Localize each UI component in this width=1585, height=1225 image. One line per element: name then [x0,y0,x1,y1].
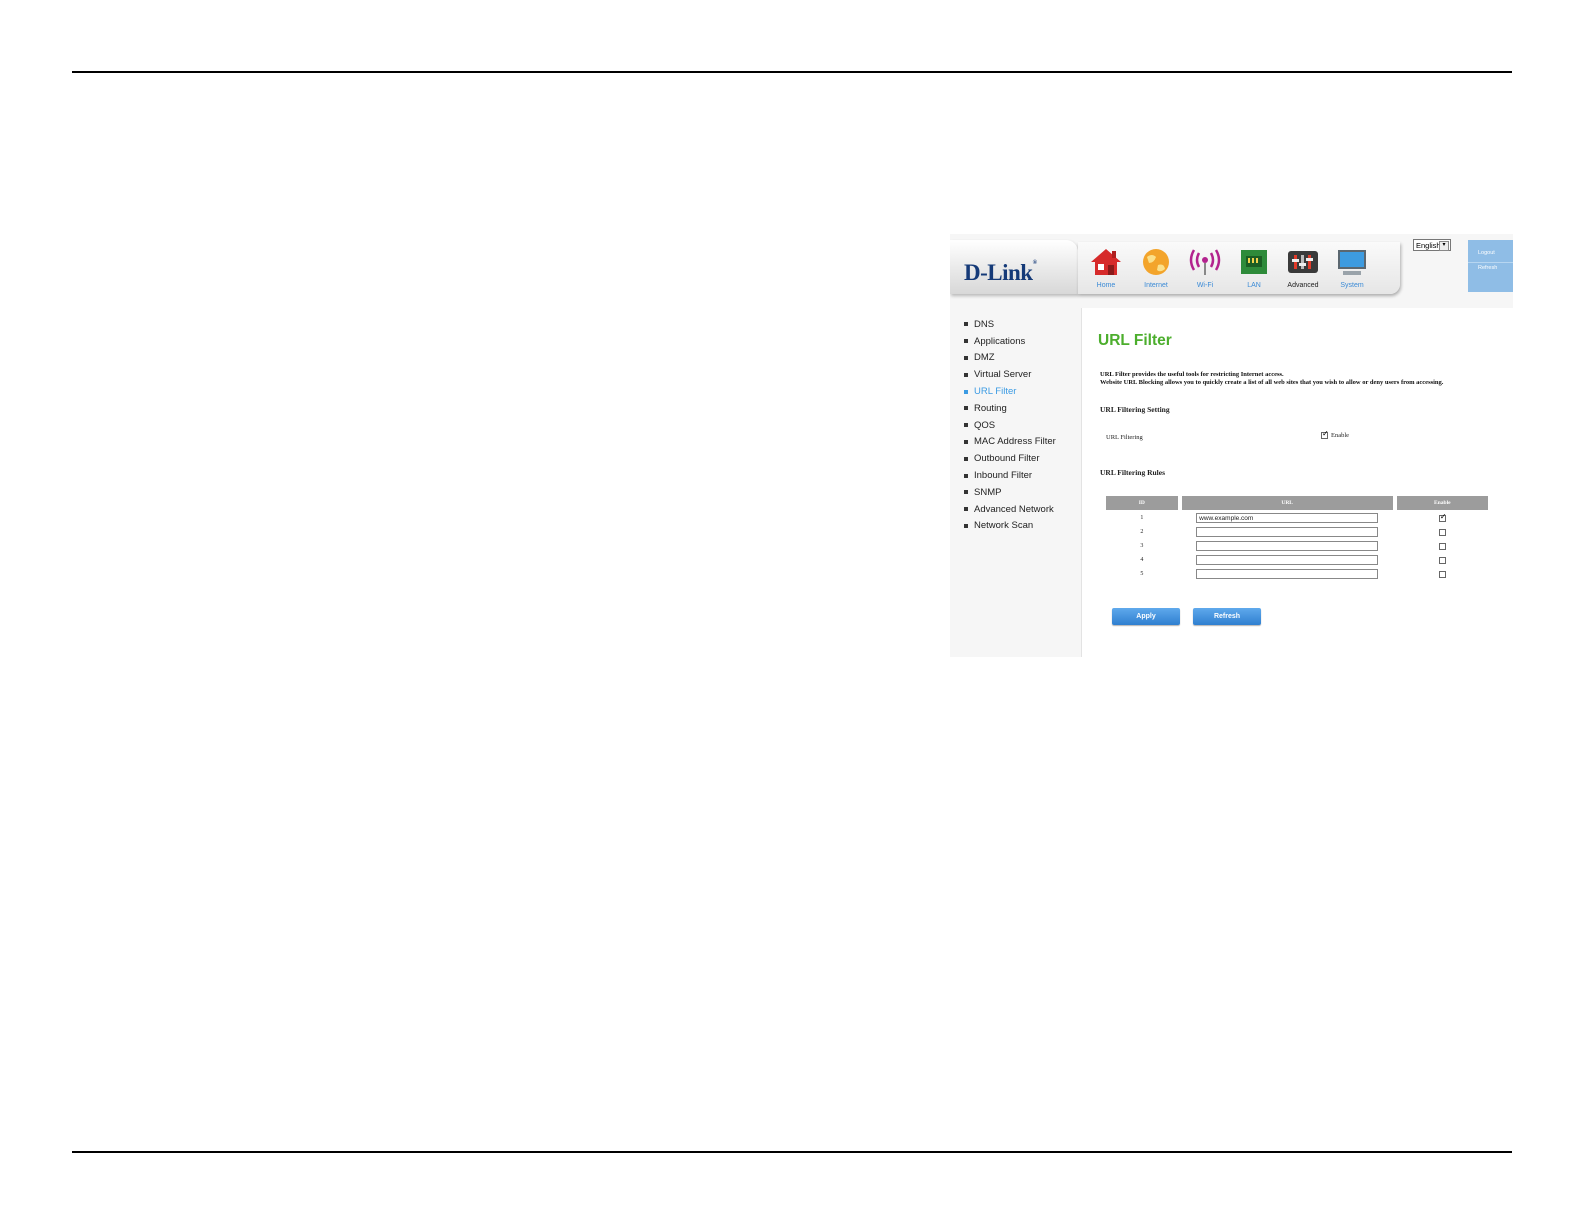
rule-enable-checkbox[interactable] [1438,570,1446,578]
rule-enable-checkbox[interactable] [1438,512,1447,522]
page-description: URL Filter provides the useful tools for… [1100,371,1443,387]
url-filtering-enable[interactable]: Enable [1321,429,1350,439]
nav-lan[interactable]: LAN [1230,246,1278,289]
rule-id: 4 [1140,557,1144,563]
logo-tab: D-Link® [950,240,1078,294]
table-row: 3 [1106,540,1488,552]
sidebar-item-url-filter[interactable]: URL Filter [964,383,1056,400]
table-header-row: ID URL Enable [1106,496,1488,510]
sidebar-item-outbound-filter[interactable]: Outbound Filter [964,450,1056,467]
home-icon [1088,246,1124,278]
bullet-icon [964,456,968,461]
col-url-header: URL [1181,496,1393,510]
monitor-icon [1334,246,1370,278]
url-filtering-checkbox[interactable] [1321,429,1329,439]
col-id-header: ID [1106,496,1178,510]
nav-advanced[interactable]: Advanced [1279,246,1327,289]
col-enable-header: Enable [1396,496,1488,510]
rule-id: 2 [1140,529,1144,535]
sidebar-item-network-scan[interactable]: Network Scan [964,518,1056,535]
language-select[interactable]: English ▾ [1413,239,1451,251]
bullet-icon [964,406,968,411]
top-nav: Home Internet Wi-Fi LAN Advanced System [1078,242,1400,294]
main-content: URL Filter URL Filter provides the usefu… [1081,308,1513,657]
url-input[interactable]: www.example.com [1196,513,1379,523]
sidebar-item-routing[interactable]: Routing [964,400,1056,417]
logout-link[interactable]: Logout [1468,250,1513,256]
url-input[interactable] [1196,555,1379,565]
bottom-rule [72,1151,1512,1153]
description-line-2: Website URL Blocking allows you to quick… [1100,379,1444,386]
bullet-icon [964,339,968,344]
bullet-icon [964,372,968,377]
refresh-link[interactable]: Refresh [1468,262,1513,271]
sidebar-item-qos[interactable]: QOS [964,417,1056,434]
sidebar-item-mac-address-filter[interactable]: MAC Address Filter [964,434,1056,451]
sidebar-item-advanced-network[interactable]: Advanced Network [964,501,1056,518]
router-admin-screenshot: D-Link® Home Internet Wi-Fi LAN Advanced… [950,234,1513,657]
advanced-icon [1285,246,1321,278]
wifi-icon [1187,246,1223,278]
url-input[interactable] [1196,541,1379,551]
chevron-down-icon: ▾ [1439,241,1449,251]
description-line-1: URL Filter provides the useful tools for… [1100,371,1284,378]
d-link-logo: D-Link® [964,260,1037,285]
bullet-icon [964,355,968,360]
rule-id: 1 [1140,515,1144,521]
nav-system[interactable]: System [1328,246,1376,289]
url-filtering-label: URL Filtering [1106,434,1143,441]
rule-id: 5 [1140,571,1144,577]
apply-button[interactable]: Apply [1112,608,1180,625]
bullet-icon [964,322,968,327]
rule-id: 3 [1140,543,1144,549]
sidebar-item-inbound-filter[interactable]: Inbound Filter [964,467,1056,484]
globe-icon [1138,246,1174,278]
rules-section-title: URL Filtering Rules [1100,468,1165,477]
table-row: 4 [1106,554,1488,566]
rules-table: ID URL Enable 1 www.example.com 2 3 [1102,494,1492,582]
nav-wifi[interactable]: Wi-Fi [1181,246,1229,289]
table-row: 1 www.example.com [1106,512,1488,524]
table-row: 5 [1106,568,1488,580]
url-input[interactable] [1196,527,1379,537]
rule-enable-checkbox[interactable] [1438,528,1446,536]
sidebar-item-applications[interactable]: Applications [964,333,1056,350]
sidebar-item-dmz[interactable]: DMZ [964,350,1056,367]
bullet-icon [964,490,968,495]
bullet-icon [964,507,968,512]
setting-section-title: URL Filtering Setting [1100,405,1170,414]
bullet-icon [964,439,968,444]
account-panel: Logout Refresh [1468,240,1513,292]
table-row: 2 [1106,526,1488,538]
sidebar-item-dns[interactable]: DNS [964,316,1056,333]
bullet-icon [964,473,968,478]
lan-icon [1236,246,1272,278]
nav-home[interactable]: Home [1082,246,1130,289]
enable-label: Enable [1331,432,1350,439]
nav-internet[interactable]: Internet [1132,246,1180,289]
sidebar-item-virtual-server[interactable]: Virtual Server [964,366,1056,383]
sidebar: DNS Applications DMZ Virtual Server URL … [964,316,1056,534]
sidebar-item-snmp[interactable]: SNMP [964,484,1056,501]
url-input[interactable] [1196,569,1379,579]
refresh-button[interactable]: Refresh [1193,608,1261,625]
rule-enable-checkbox[interactable] [1438,542,1446,550]
bullet-icon [964,389,968,394]
bullet-icon [964,423,968,428]
page-title: URL Filter [1098,332,1172,349]
rule-enable-checkbox[interactable] [1438,556,1446,564]
top-rule [72,71,1512,73]
bullet-icon [964,523,968,528]
